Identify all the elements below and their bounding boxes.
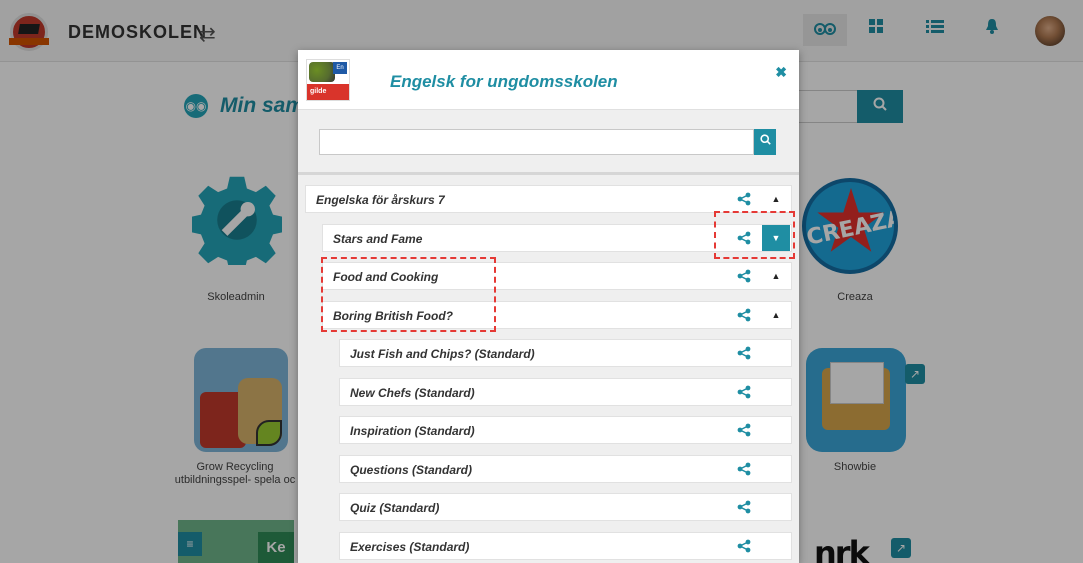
search-input[interactable] xyxy=(319,129,754,155)
annotation-box-food xyxy=(321,257,496,332)
tree-row[interactable]: New Chefs (Standard) xyxy=(339,378,792,406)
book-language-badge: En xyxy=(333,62,347,74)
share-icon[interactable] xyxy=(737,385,751,399)
modal-title: Engelsk for ungdomsskolen xyxy=(390,72,618,91)
tree-row-label: Inspiration (Standard) xyxy=(350,424,475,438)
tree-row[interactable]: Quiz (Standard) xyxy=(339,493,792,521)
annotation-box-toggle xyxy=(714,211,795,259)
tree-row[interactable]: Inspiration (Standard) xyxy=(339,416,792,444)
share-icon[interactable] xyxy=(737,346,751,360)
modal-search xyxy=(298,111,799,171)
share-icon[interactable] xyxy=(737,500,751,514)
book-cover-image: En gilde xyxy=(306,59,350,101)
tree-row[interactable]: Questions (Standard) xyxy=(339,455,792,483)
tree-row-label: New Chefs (Standard) xyxy=(350,386,475,400)
collapse-toggle-icon[interactable]: ▲ xyxy=(762,186,790,212)
collapse-toggle-icon[interactable]: ▲ xyxy=(762,263,790,289)
share-icon[interactable] xyxy=(737,308,751,322)
search-button[interactable] xyxy=(754,129,776,155)
tree-row-label: Questions (Standard) xyxy=(350,463,473,477)
share-icon[interactable] xyxy=(737,462,751,476)
share-icon[interactable] xyxy=(737,539,751,553)
tree-row[interactable]: Engelska för årskurs 7 ▲ xyxy=(305,185,792,213)
share-icon[interactable] xyxy=(737,192,751,206)
modal-header: En gilde Engelsk for ungdomsskolen ✖ xyxy=(298,50,799,110)
search-icon xyxy=(759,134,771,145)
book-publisher-logo: gilde xyxy=(307,84,349,100)
share-icon[interactable] xyxy=(737,269,751,283)
tree-row-label: Just Fish and Chips? (Standard) xyxy=(350,347,535,361)
tree-row-label: Quiz (Standard) xyxy=(350,501,440,515)
section-divider xyxy=(298,172,799,175)
collapse-toggle-icon[interactable]: ▲ xyxy=(762,302,790,328)
tree-row[interactable]: Just Fish and Chips? (Standard) xyxy=(339,339,792,367)
close-icon[interactable]: ✖ xyxy=(775,64,787,81)
tree-row-label: Stars and Fame xyxy=(333,232,423,246)
tree-row[interactable]: Exercises (Standard) xyxy=(339,532,792,560)
tree-row-label: Engelska för årskurs 7 xyxy=(316,193,445,207)
share-icon[interactable] xyxy=(737,423,751,437)
tree-row-label: Exercises (Standard) xyxy=(350,540,470,554)
